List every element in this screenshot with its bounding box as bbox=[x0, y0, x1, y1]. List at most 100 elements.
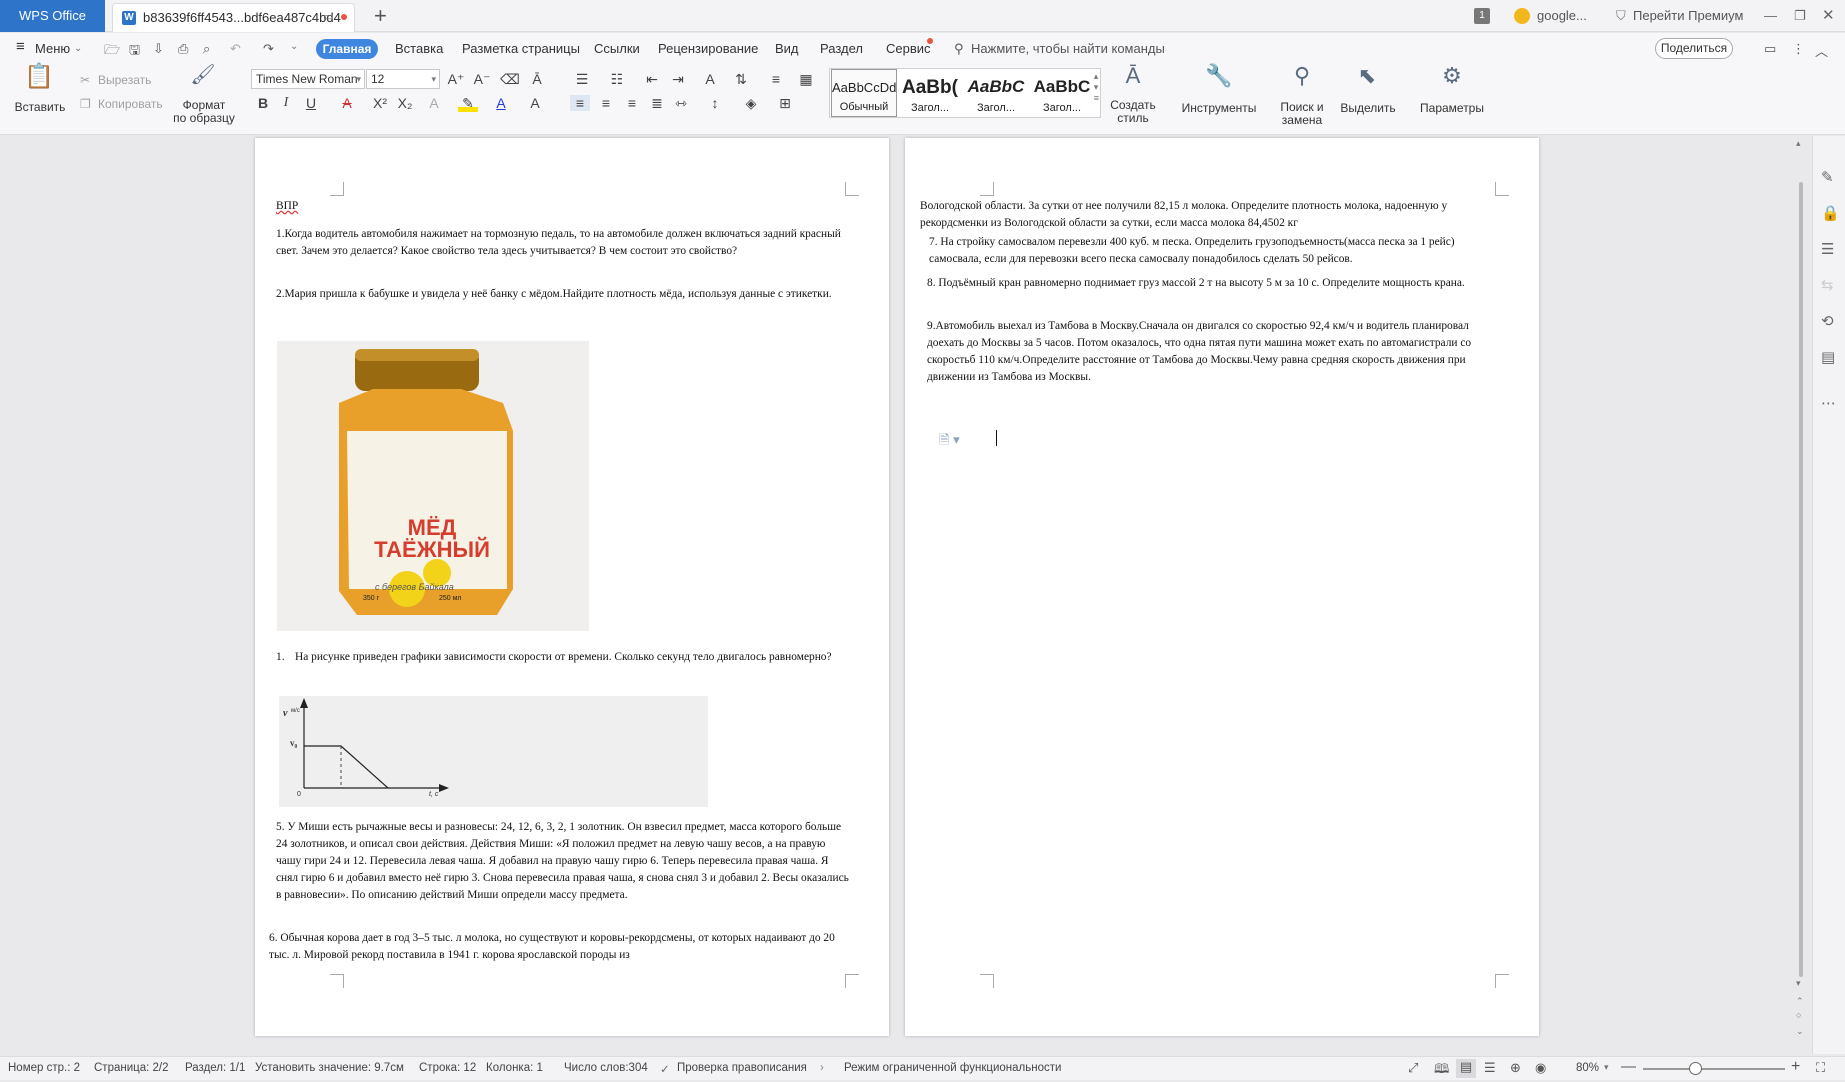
command-search[interactable]: Нажмите, чтобы найти команды bbox=[971, 41, 1165, 56]
copy-icon[interactable]: ❐ bbox=[80, 98, 91, 111]
status-word-count[interactable]: Число слов:304 bbox=[564, 1062, 648, 1074]
tab-review[interactable]: Рецензирование bbox=[658, 41, 758, 56]
subscript-icon[interactable]: X₂ bbox=[395, 95, 415, 111]
sort-icon[interactable]: ⇅ bbox=[731, 71, 751, 88]
zoom-out-icon[interactable]: — bbox=[1621, 1058, 1636, 1075]
tab-section[interactable]: Раздел bbox=[820, 41, 863, 56]
tab-service[interactable]: Сервис bbox=[886, 41, 931, 56]
preview-icon[interactable]: ⌕ bbox=[203, 41, 210, 57]
layout-icon[interactable]: ▤ bbox=[1821, 348, 1835, 366]
focus-mode-icon[interactable]: ⤢ bbox=[1408, 1060, 1418, 1076]
superscript-icon[interactable]: X² bbox=[370, 95, 390, 111]
web-view-icon[interactable]: ⊕ bbox=[1510, 1060, 1521, 1076]
shading-icon[interactable]: ◈ bbox=[741, 95, 761, 112]
document-page-2[interactable]: Вологодской области. За сутки от нее пол… bbox=[905, 138, 1539, 1036]
zoom-slider[interactable] bbox=[1643, 1068, 1785, 1070]
pen-icon[interactable]: ✎ bbox=[1821, 168, 1834, 186]
zoom-chevron-icon[interactable]: ▾ bbox=[1604, 1062, 1609, 1073]
collapse-ribbon-icon[interactable]: ︿ bbox=[1815, 41, 1828, 60]
strikethrough-icon[interactable]: A bbox=[337, 95, 357, 111]
paragraph-spacing-icon[interactable]: ↕ bbox=[705, 95, 725, 111]
undo-icon[interactable]: ↶ bbox=[230, 41, 241, 57]
paste-button[interactable]: Вставить bbox=[12, 101, 68, 114]
zoom-in-icon[interactable]: + bbox=[1791, 1058, 1800, 1076]
borders-icon[interactable]: ⊞ bbox=[775, 95, 795, 112]
align-right-icon[interactable]: ≡ bbox=[622, 95, 642, 111]
styles-scroll-icon[interactable]: ▴ ▾ ≡ bbox=[1094, 71, 1099, 103]
hamburger-icon[interactable]: ≡ bbox=[16, 38, 25, 55]
next-page-icon[interactable]: ⌄ bbox=[1796, 1026, 1804, 1037]
save-icon[interactable]: 🖫 bbox=[129, 41, 140, 63]
grow-font-icon[interactable]: A⁺ bbox=[446, 71, 466, 88]
minimize-icon[interactable]: — bbox=[1764, 0, 1777, 32]
more-vertical-icon[interactable]: ⋮ bbox=[1792, 41, 1805, 57]
decrease-indent-icon[interactable]: ⇤ bbox=[642, 71, 662, 88]
text-direction-icon[interactable]: A bbox=[700, 71, 720, 87]
document-page-1[interactable]: ВПР 1.Когда водитель автомобиля нажимает… bbox=[255, 138, 889, 1036]
phonetic-icon[interactable]: Ā bbox=[527, 71, 547, 87]
clear-format-icon[interactable]: ⌫ bbox=[500, 71, 520, 88]
tools-button[interactable]: Инструменты bbox=[1173, 102, 1265, 115]
account-name[interactable]: google... bbox=[1537, 0, 1587, 32]
status-spellcheck[interactable]: Проверка правописания bbox=[677, 1062, 807, 1074]
create-style-label-2[interactable]: стиль bbox=[1103, 112, 1163, 125]
history-icon[interactable]: ⟲ bbox=[1821, 312, 1834, 330]
wps-office-tab[interactable]: WPS Office bbox=[0, 0, 105, 32]
tab-references[interactable]: Ссылки bbox=[594, 41, 640, 56]
lock-icon[interactable]: 🔒 bbox=[1821, 204, 1840, 222]
paste-icon[interactable]: 📋 bbox=[24, 65, 54, 89]
table-icon[interactable]: ▦ bbox=[796, 71, 816, 88]
export-icon[interactable]: ⇩ bbox=[153, 41, 164, 57]
format-painter-icon[interactable]: 🖌 bbox=[188, 65, 218, 85]
style-normal[interactable]: AaBbCcDd Обычный bbox=[831, 69, 897, 117]
status-set-value[interactable]: Установить значение: 9.7см bbox=[255, 1062, 404, 1074]
window-count-badge[interactable]: 1 bbox=[1474, 8, 1490, 24]
find-replace-label-2[interactable]: замена bbox=[1272, 114, 1332, 127]
account-avatar[interactable] bbox=[1514, 8, 1530, 24]
eye-protection-icon[interactable]: ◉ bbox=[1535, 1060, 1546, 1076]
status-line[interactable]: Строка: 12 bbox=[419, 1062, 476, 1074]
more-horizontal-icon[interactable]: ⋯ bbox=[1821, 394, 1836, 412]
copy-button[interactable]: Копировать bbox=[98, 98, 163, 111]
outline-view-icon[interactable]: ☰ bbox=[1484, 1060, 1496, 1076]
page-view-icon[interactable]: ▤ bbox=[1456, 1059, 1476, 1078]
paste-options-icon[interactable]: 🗎 ▾ bbox=[939, 431, 960, 453]
text-effect-icon[interactable]: A bbox=[424, 95, 444, 111]
parameters-button[interactable]: Параметры bbox=[1412, 102, 1492, 115]
browse-object-icon[interactable]: ○ bbox=[1796, 1010, 1801, 1020]
tab-view[interactable]: Вид bbox=[775, 41, 799, 56]
menu-button[interactable]: Меню bbox=[35, 41, 70, 56]
vertical-scrollbar[interactable]: ▴ ▾ ⌃ ○ ⌄ bbox=[1790, 138, 1812, 1050]
zoom-slider-handle[interactable] bbox=[1689, 1062, 1702, 1075]
print-icon[interactable]: ⎙ bbox=[178, 41, 188, 57]
font-size-select[interactable]: 12 ▾ bbox=[366, 69, 440, 89]
tab-insert[interactable]: Вставка bbox=[395, 41, 443, 56]
align-center-icon[interactable]: ≡ bbox=[596, 95, 616, 111]
wrench-icon[interactable]: 🔧 bbox=[1204, 65, 1234, 87]
fit-page-icon[interactable]: ⛶ bbox=[1816, 1060, 1825, 1076]
status-column[interactable]: Колонка: 1 bbox=[486, 1062, 543, 1074]
scissors-icon[interactable]: ✂ bbox=[80, 74, 90, 87]
redo-icon[interactable]: ↷ bbox=[263, 41, 274, 57]
style-heading-1[interactable]: AaBb(Загол... bbox=[897, 69, 963, 117]
char-shading-icon[interactable]: A bbox=[525, 95, 545, 111]
premium-link[interactable]: Перейти Премиум bbox=[1633, 0, 1743, 32]
scroll-up-icon[interactable]: ▴ bbox=[1796, 138, 1801, 149]
format-painter-label-2[interactable]: по образцу bbox=[170, 112, 238, 125]
tab-home[interactable]: Главная bbox=[316, 39, 378, 59]
chevron-down-icon[interactable]: ⌄ bbox=[74, 43, 82, 54]
outline-icon[interactable]: ☰ bbox=[1821, 240, 1834, 258]
cut-button[interactable]: Вырезать bbox=[98, 74, 151, 87]
style-heading-2[interactable]: AaBbC Загол... bbox=[963, 69, 1029, 117]
customize-chevron-icon[interactable]: ⌄ bbox=[290, 41, 298, 52]
read-mode-icon[interactable]: 🕮 bbox=[1434, 1060, 1449, 1082]
document-tab[interactable]: W b83639f6ff4543...bdf6ea487c4bd4 ▭ bbox=[112, 3, 355, 32]
shrink-font-icon[interactable]: A⁻ bbox=[472, 71, 492, 88]
tab-page-layout[interactable]: Разметка страницы bbox=[462, 41, 580, 56]
justify-icon[interactable]: ≣ bbox=[647, 95, 667, 112]
close-icon[interactable]: ✕ bbox=[1822, 0, 1835, 32]
align-left-icon[interactable]: ≡ bbox=[570, 95, 590, 111]
font-color-icon[interactable]: A bbox=[491, 95, 511, 111]
highlight-icon[interactable]: ✎ bbox=[458, 95, 478, 112]
comment-icon[interactable]: ▭ bbox=[1764, 41, 1776, 57]
